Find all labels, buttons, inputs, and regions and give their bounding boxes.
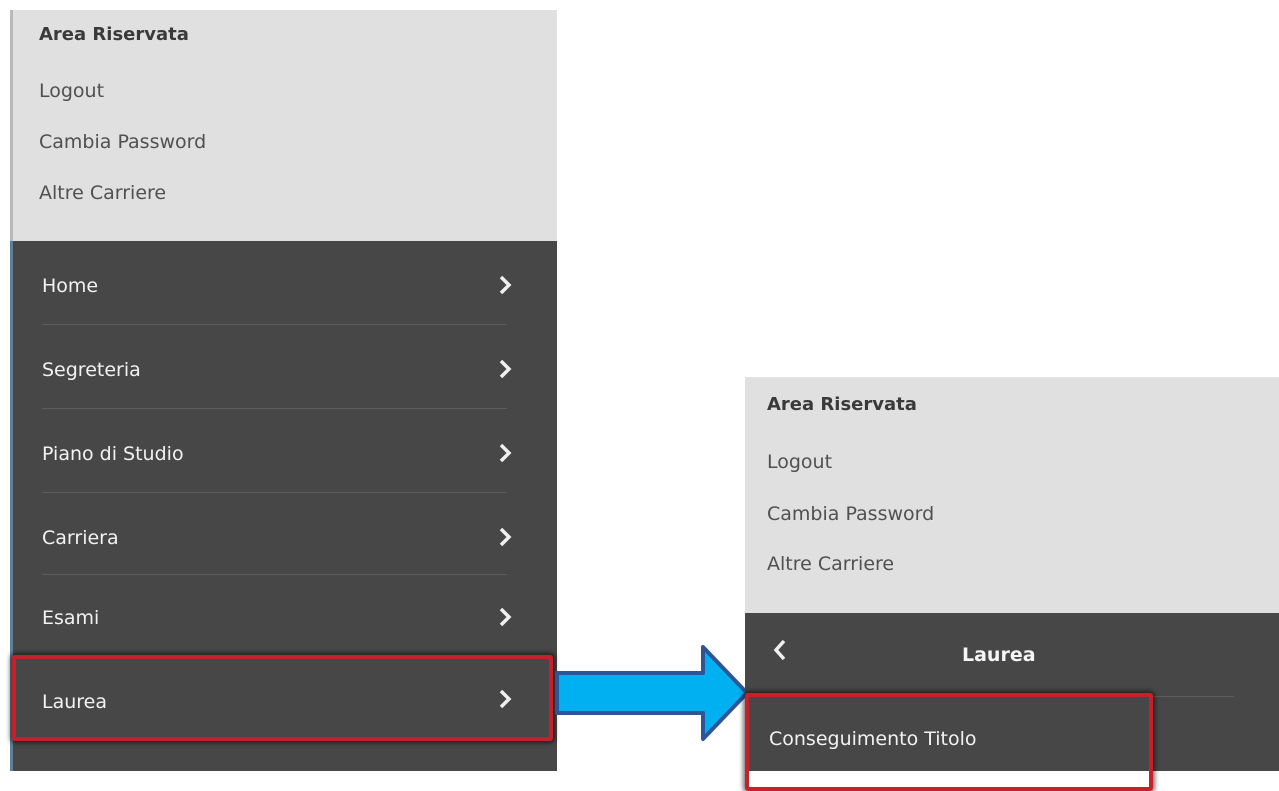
laurea-highlight-box (12, 655, 553, 741)
menu-item-esami[interactable]: Esami (13, 575, 557, 658)
reserved-area-title: Area Riservata (39, 24, 189, 45)
menu-item-home[interactable]: Home (13, 241, 557, 324)
reserved-area-section: Area Riservata Logout Cambia Password Al… (10, 10, 557, 241)
chevron-right-icon (499, 527, 512, 547)
menu-item-label: Segreteria (42, 359, 141, 381)
menu-item-label: Home (42, 275, 99, 297)
conseguimento-highlight-box (745, 693, 1153, 791)
chevron-right-icon (499, 443, 512, 463)
logout-link[interactable]: Logout (39, 80, 104, 102)
menu-item-label: Carriera (42, 527, 119, 549)
reserved-area-section: Area Riservata Logout Cambia Password Al… (745, 377, 1279, 613)
chevron-left-icon[interactable] (773, 639, 787, 661)
change-password-link[interactable]: Cambia Password (767, 503, 934, 525)
submenu-title: Laurea (962, 644, 1036, 666)
menu-item-carriera[interactable]: Carriera (13, 493, 557, 576)
other-careers-link[interactable]: Altre Carriere (767, 553, 894, 575)
menu-item-label: Esami (42, 607, 100, 629)
menu-item-piano-di-studio[interactable]: Piano di Studio (13, 409, 557, 492)
logout-link[interactable]: Logout (767, 451, 832, 473)
menu-item-segreteria[interactable]: Segreteria (13, 325, 557, 408)
change-password-link[interactable]: Cambia Password (39, 131, 206, 153)
arrow-right-icon (555, 645, 749, 741)
other-careers-link[interactable]: Altre Carriere (39, 182, 166, 204)
chevron-right-icon (499, 275, 512, 295)
chevron-right-icon (499, 607, 512, 627)
reserved-area-title: Area Riservata (767, 394, 917, 415)
menu-item-label: Piano di Studio (42, 443, 184, 465)
chevron-right-icon (499, 359, 512, 379)
